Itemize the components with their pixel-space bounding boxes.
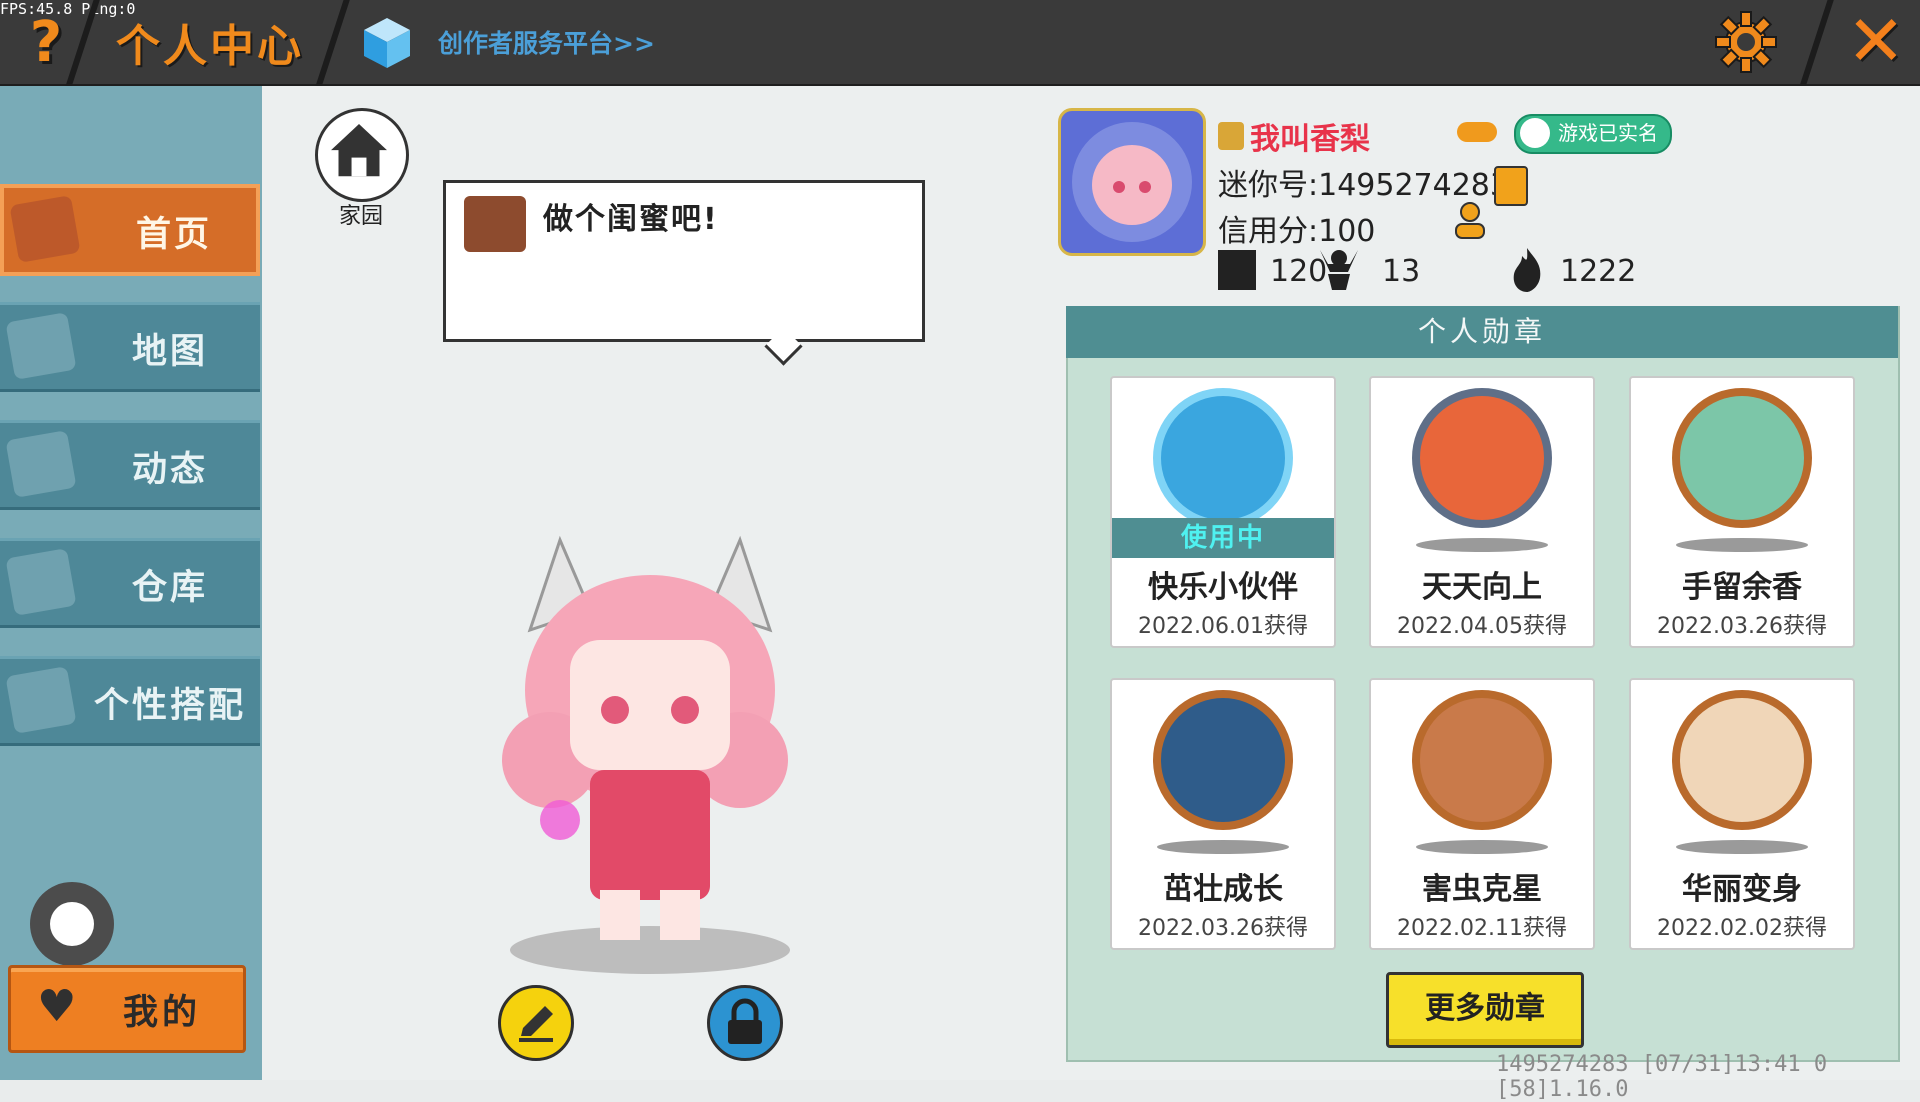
mine-button[interactable]: ♥ 我的 [8,965,246,1053]
creator-platform-link[interactable]: 创作者服务平台>> [438,24,655,60]
outfit-icon [5,666,77,734]
badge-date: 2022.04.05获得 [1397,614,1567,639]
lock-icon [728,998,762,1044]
warehouse-icon [5,548,77,616]
avatar-portrait [1072,122,1192,242]
badge-name: 手留余香 [1682,570,1802,605]
house-icon [331,124,387,177]
mascot-icon [464,196,526,252]
speech-text: 做个闺蜜吧! [543,202,719,237]
medal-shadow [1676,538,1808,552]
medal-shadow [1416,840,1548,854]
medal-shadow [1676,840,1808,854]
medal-icon [1672,690,1812,830]
character-avatar[interactable] [440,520,860,980]
mask-icon[interactable] [1457,122,1497,142]
medal-shadow [1157,840,1289,854]
medal-shadow [1416,538,1548,552]
more-badges-button[interactable]: 更多勋章 [1386,972,1584,1048]
edit-button[interactable] [498,985,574,1061]
medal-icon [1153,388,1293,528]
sidebar-item-map[interactable]: 地图 [0,302,260,392]
badge-card[interactable]: 茁壮成长 2022.03.26获得 [1110,678,1336,950]
badge-date: 2022.03.26获得 [1138,916,1308,941]
badge-name: 茁壮成长 [1163,872,1283,907]
badge-name: 害虫克星 [1422,872,1542,907]
badge-card[interactable]: 手留余香 2022.03.26获得 [1629,376,1855,648]
sidebar-item-label: 动态 [131,450,208,490]
sidebar-item-label: 个性搭配 [93,686,246,726]
stat-heat-count: 1222 [1560,254,1637,289]
sidebar-item-label: 地图 [131,332,208,372]
badge-name: 快乐小伙伴 [1148,570,1298,605]
cube-icon[interactable] [362,16,412,70]
mine-label: 我的 [123,993,202,1033]
badge-panel-title: 个人勋章 [1066,306,1898,358]
copy-icon[interactable] [1494,166,1528,206]
badge-name: 华丽变身 [1682,872,1802,907]
nickname: 我叫香梨 [1250,122,1370,157]
profile-avatar[interactable] [1058,108,1206,256]
vip-icon [1218,122,1244,150]
gear-icon[interactable] [1714,10,1778,74]
user-check-icon [1520,118,1550,148]
badge-card[interactable]: 华丽变身 2022.02.02获得 [1629,678,1855,950]
map-icon [5,312,77,380]
badge-date: 2022.02.11获得 [1397,916,1567,941]
plus-icon [1218,250,1256,290]
sidebar-item-feed[interactable]: 动态 [0,420,260,510]
heart-icon: ♥ [37,981,77,1032]
badge-card[interactable]: 使用中 快乐小伙伴 2022.06.01获得 [1110,376,1336,648]
medal-icon [1412,690,1552,830]
badge-date: 2022.02.02获得 [1657,916,1827,941]
medal-icon [1412,388,1552,528]
close-button[interactable]: ✕ [1846,6,1906,76]
medal-icon [1153,690,1293,830]
fire-icon [1513,248,1541,292]
lock-button[interactable] [707,985,783,1061]
badge-card[interactable]: 天天向上 2022.04.05获得 [1369,376,1595,648]
sidebar-item-label: 仓库 [131,568,208,608]
home-button[interactable] [315,108,409,202]
badge-date: 2022.03.26获得 [1657,614,1827,639]
badge-card[interactable]: 害虫克星 2022.02.11获得 [1369,678,1595,950]
stat-fans-count: 13 [1382,254,1421,289]
home-label: 家园 [338,204,383,229]
fans-icon [1320,250,1358,290]
sidebar-item-outfit[interactable]: 个性搭配 [0,656,260,746]
house-icon [9,195,81,263]
credit-score: 信用分:100 [1218,214,1376,249]
pencil-icon [519,1006,553,1042]
bell-icon [5,430,77,498]
sidebar-item-label: 首页 [135,215,212,255]
badge-name: 天天向上 [1422,570,1542,605]
sidebar-item-home[interactable]: 首页 [0,184,260,276]
medal-icon [1672,388,1812,528]
badge-date: 2022.06.01获得 [1138,614,1308,639]
add-friend-icon[interactable] [1450,200,1490,240]
in-use-label: 使用中 [1112,518,1334,558]
joystick[interactable] [30,882,114,966]
help-button[interactable]: ? [16,8,76,78]
footer-info: 1495274283 [07/31]13:41 0 [58]1.16.0 [1496,1052,1828,1102]
sidebar-item-warehouse[interactable]: 仓库 [0,538,260,628]
page-title: 个人中心 [116,21,304,72]
uid-text: 迷你号:1495274283 [1218,168,1509,203]
